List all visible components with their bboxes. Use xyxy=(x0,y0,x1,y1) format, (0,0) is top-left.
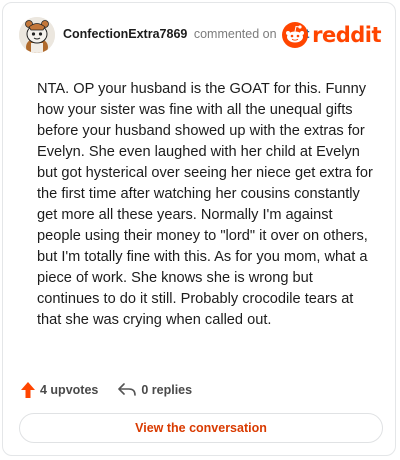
comment-card: ConfectionExtra7869 commented on post re… xyxy=(2,2,396,456)
reddit-logo[interactable]: reddit xyxy=(282,21,381,49)
replies-count: 0 replies xyxy=(141,383,193,397)
upvote-button[interactable]: 4 upvotes xyxy=(21,382,98,398)
action-text: commented on xyxy=(193,27,277,41)
upvotes-count: 4 upvotes xyxy=(40,383,99,397)
reddit-wordmark: reddit xyxy=(312,23,381,47)
comment-meta: ConfectionExtra7869 commented on post xyxy=(63,27,309,41)
reddit-snoo-icon xyxy=(282,22,309,48)
reply-button[interactable]: 0 replies xyxy=(118,383,192,397)
comment-actions: 4 upvotes 0 replies xyxy=(21,379,212,401)
view-conversation-button[interactable]: View the conversation xyxy=(19,413,383,443)
comment-header: ConfectionExtra7869 commented on post re… xyxy=(19,15,381,55)
username[interactable]: ConfectionExtra7869 xyxy=(63,27,187,41)
avatar[interactable] xyxy=(19,17,55,53)
comment-body: NTA. OP your husband is the GOAT for thi… xyxy=(37,81,373,328)
reply-arrow-icon xyxy=(118,383,137,396)
upvote-arrow-icon xyxy=(21,382,35,398)
snoo-avatar-icon xyxy=(19,17,55,53)
